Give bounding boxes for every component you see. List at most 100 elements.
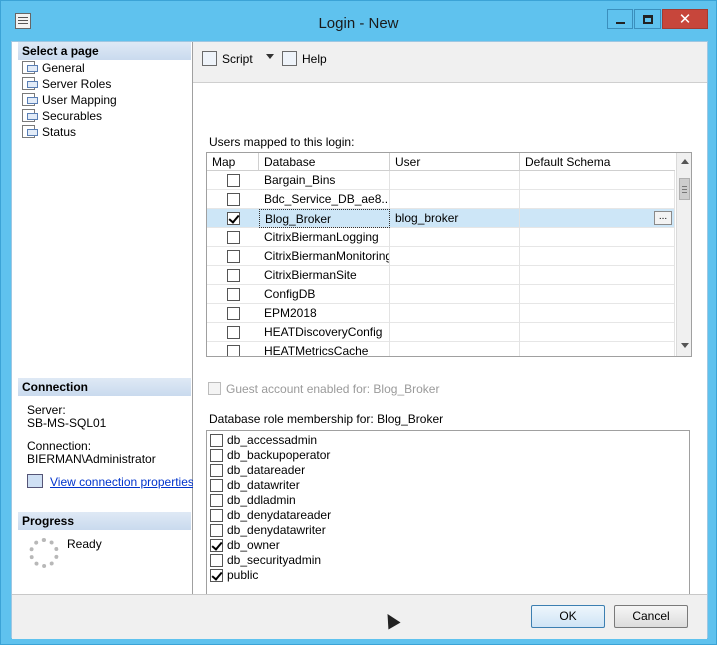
column-header-map[interactable]: Map xyxy=(207,153,259,171)
user-cell[interactable]: blog_broker xyxy=(390,209,520,228)
grid-vertical-scrollbar[interactable] xyxy=(676,153,691,356)
page-general[interactable]: General xyxy=(20,60,85,76)
table-row[interactable]: Bdc_Service_DB_ae8... xyxy=(207,190,675,209)
minimize-button[interactable] xyxy=(607,9,633,29)
map-checkbox[interactable] xyxy=(227,174,240,187)
user-cell[interactable] xyxy=(390,190,520,209)
role-item-db-datawriter[interactable]: db_datawriter xyxy=(210,478,300,493)
schema-cell[interactable] xyxy=(520,190,675,209)
page-status[interactable]: Status xyxy=(20,124,76,140)
column-header-database[interactable]: Database xyxy=(259,153,390,171)
schema-cell[interactable] xyxy=(520,266,675,285)
connection-properties-icon xyxy=(27,474,43,488)
user-cell[interactable] xyxy=(390,342,520,356)
database-cell: Bdc_Service_DB_ae8... xyxy=(259,190,390,209)
map-checkbox[interactable] xyxy=(227,231,240,244)
role-checkbox[interactable] xyxy=(210,569,223,582)
dialog-footer: OK Cancel xyxy=(12,594,707,639)
map-checkbox[interactable] xyxy=(227,307,240,320)
role-checkbox[interactable] xyxy=(210,449,223,462)
role-item-db-backupoperator[interactable]: db_backupoperator xyxy=(210,448,330,463)
user-cell[interactable] xyxy=(390,285,520,304)
map-checkbox[interactable] xyxy=(227,269,240,282)
map-checkbox[interactable] xyxy=(227,212,240,225)
role-item-db-denydatareader[interactable]: db_denydatareader xyxy=(210,508,331,523)
user-cell[interactable] xyxy=(390,247,520,266)
schema-cell[interactable] xyxy=(520,228,675,247)
select-page-header: Select a page xyxy=(18,42,191,60)
connection-value: BIERMAN\Administrator xyxy=(27,452,156,466)
map-checkbox[interactable] xyxy=(227,250,240,263)
map-checkbox[interactable] xyxy=(227,345,240,356)
page-user-mapping[interactable]: User Mapping xyxy=(20,92,117,108)
scroll-up-icon[interactable] xyxy=(681,159,689,164)
role-checkbox[interactable] xyxy=(210,524,223,537)
role-item-db-owner[interactable]: db_owner xyxy=(210,538,280,553)
schema-cell[interactable] xyxy=(520,323,675,342)
column-header-default-schema[interactable]: Default Schema xyxy=(520,153,675,171)
close-button[interactable]: ✕ xyxy=(662,9,708,29)
schema-cell[interactable] xyxy=(520,342,675,356)
table-row[interactable]: CitrixBiermanSite xyxy=(207,266,675,285)
role-item-db-datareader[interactable]: db_datareader xyxy=(210,463,305,478)
role-label: db_denydatareader xyxy=(227,508,332,522)
role-checkbox[interactable] xyxy=(210,464,223,477)
role-checkbox[interactable] xyxy=(210,434,223,447)
help-button[interactable]: Help xyxy=(282,50,327,68)
role-checkbox[interactable] xyxy=(210,539,223,552)
browse-schema-button[interactable]: ... xyxy=(654,211,672,225)
role-item-db-ddladmin[interactable]: db_ddladmin xyxy=(210,493,296,508)
ok-button[interactable]: OK xyxy=(531,605,605,628)
role-item-db-securityadmin[interactable]: db_securityadmin xyxy=(210,553,321,568)
column-header-user[interactable]: User xyxy=(390,153,520,171)
schema-cell[interactable] xyxy=(520,171,675,190)
page-securables[interactable]: Securables xyxy=(20,108,102,124)
map-checkbox[interactable] xyxy=(227,288,240,301)
table-row-selected[interactable]: Blog_Broker blog_broker ... xyxy=(207,209,675,228)
page-label: Server Roles xyxy=(42,77,112,91)
page-server-roles[interactable]: Server Roles xyxy=(20,76,111,92)
title-bar[interactable]: Login - New ✕ xyxy=(1,1,716,41)
script-button[interactable]: Script xyxy=(202,50,253,68)
schema-cell[interactable] xyxy=(520,209,675,228)
page-label: Securables xyxy=(42,109,103,123)
script-dropdown-arrow-icon[interactable] xyxy=(266,54,274,59)
progress-header: Progress xyxy=(18,512,191,530)
role-membership-label: Database role membership for: Blog_Broke… xyxy=(209,412,444,426)
view-connection-properties-link[interactable]: View connection properties xyxy=(50,476,194,489)
scroll-thumb[interactable] xyxy=(679,178,690,200)
schema-cell[interactable] xyxy=(520,304,675,323)
help-icon xyxy=(282,51,297,66)
table-row[interactable]: HEATDiscoveryConfig xyxy=(207,323,675,342)
map-checkbox[interactable] xyxy=(227,326,240,339)
role-item-db-denydatawriter[interactable]: db_denydatawriter xyxy=(210,523,326,538)
role-item-public[interactable]: public xyxy=(210,568,258,583)
role-checkbox[interactable] xyxy=(210,554,223,567)
scroll-down-icon[interactable] xyxy=(681,343,689,348)
user-cell[interactable] xyxy=(390,228,520,247)
table-row[interactable]: ConfigDB xyxy=(207,285,675,304)
schema-cell[interactable] xyxy=(520,247,675,266)
help-label: Help xyxy=(302,52,327,66)
guest-account-checkbox[interactable] xyxy=(208,382,221,395)
minimize-icon xyxy=(615,21,625,24)
role-checkbox[interactable] xyxy=(210,509,223,522)
cancel-button[interactable]: Cancel xyxy=(614,605,688,628)
maximize-button[interactable] xyxy=(634,9,661,29)
user-cell[interactable] xyxy=(390,171,520,190)
role-checkbox[interactable] xyxy=(210,479,223,492)
page-icon xyxy=(22,125,38,138)
table-row[interactable]: CitrixBiermanMonitoring xyxy=(207,247,675,266)
user-cell[interactable] xyxy=(390,323,520,342)
table-row[interactable]: EPM2018 xyxy=(207,304,675,323)
connection-header: Connection xyxy=(18,378,191,396)
user-cell[interactable] xyxy=(390,304,520,323)
map-checkbox[interactable] xyxy=(227,193,240,206)
user-cell[interactable] xyxy=(390,266,520,285)
role-item-db-accessadmin[interactable]: db_accessadmin xyxy=(210,433,317,448)
table-row[interactable]: CitrixBiermanLogging xyxy=(207,228,675,247)
role-checkbox[interactable] xyxy=(210,494,223,507)
table-row[interactable]: HEATMetricsCache xyxy=(207,342,675,356)
schema-cell[interactable] xyxy=(520,285,675,304)
table-row[interactable]: Bargain_Bins xyxy=(207,171,675,190)
